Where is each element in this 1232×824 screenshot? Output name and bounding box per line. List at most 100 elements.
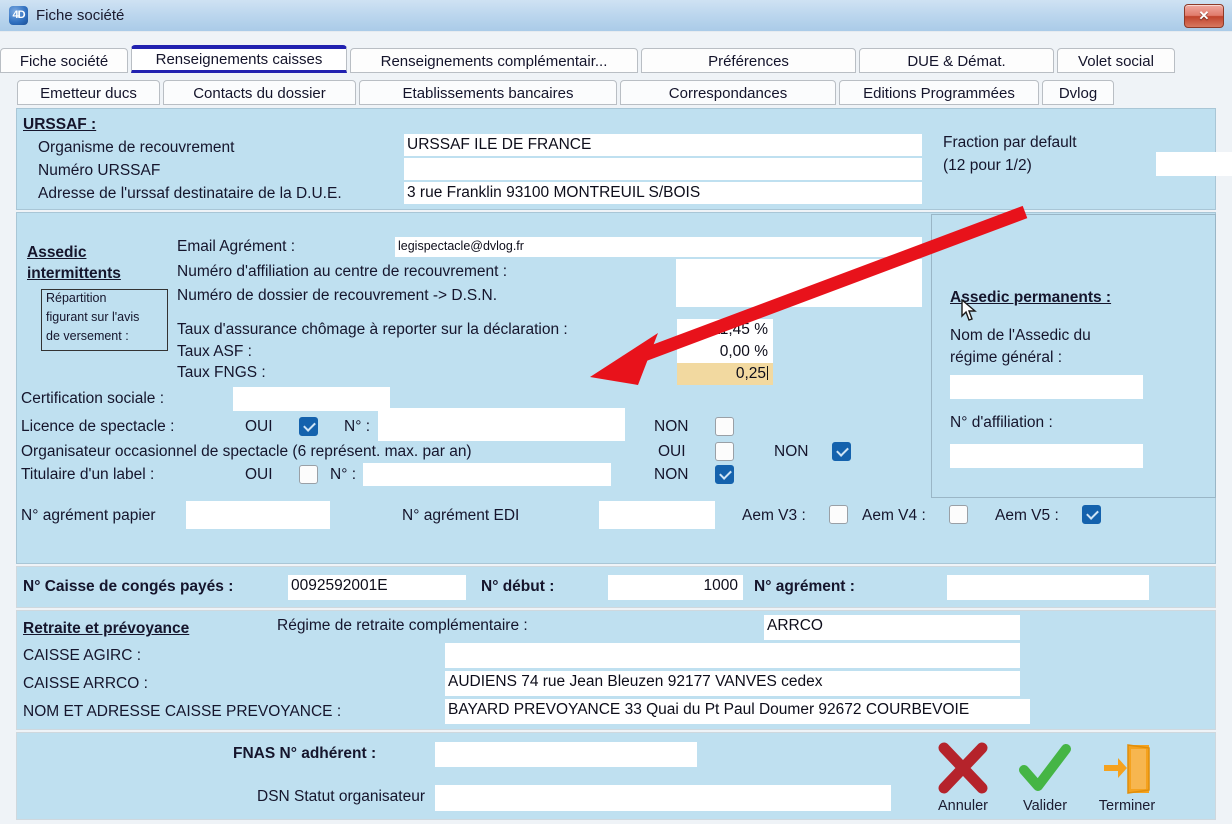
licence-num-label: N° : — [344, 418, 371, 435]
regime-retraite-label: Régime de retraite complémentaire : — [277, 617, 528, 634]
conges-payes-agrement-input[interactable] — [947, 575, 1149, 600]
titulaire-label-label: Titulaire d'un label : — [21, 466, 155, 483]
assedic-permanents-nom-label-line1: Nom de l'Assedic du — [950, 327, 1091, 344]
tab-correspondances[interactable]: Correspondances — [620, 80, 836, 105]
taux-chomage-label: Taux d'assurance chômage à reporter sur … — [177, 321, 568, 338]
terminer-button-label: Terminer — [1098, 798, 1156, 814]
conges-payes-caisse-label: N° Caisse de congés payés : — [23, 578, 234, 595]
taux-asf-label: Taux ASF : — [177, 343, 252, 360]
tab-renseignements-caisses[interactable]: Renseignements caisses — [131, 45, 347, 73]
certification-sociale-input[interactable] — [233, 387, 390, 411]
taux-fngs-input[interactable]: 0,25 — [677, 363, 773, 385]
tab-fiche-societe[interactable]: Fiche société — [0, 48, 128, 73]
assedic-intermittents-heading-line2: intermittents — [27, 265, 121, 282]
tab-row-secondary: Emetteur ducs Contacts du dossier Etabli… — [17, 77, 1117, 105]
fraction-label-line1: Fraction par default — [943, 134, 1077, 151]
tab-emetteur-ducs[interactable]: Emetteur ducs — [17, 80, 160, 105]
organisateur-oui-checkbox[interactable] — [715, 442, 734, 461]
assedic-permanents-affiliation-input[interactable] — [950, 444, 1143, 468]
urssaf-adresse-input[interactable]: 3 rue Franklin 93100 MONTREUIL S/BOIS — [404, 182, 922, 204]
conges-payes-caisse-input[interactable]: 0092592001E — [288, 575, 466, 600]
email-agrement-input[interactable]: legispectacle@dvlog.fr — [395, 237, 922, 257]
aem-v4-checkbox[interactable] — [949, 505, 968, 524]
urssaf-organisme-input[interactable]: URSSAF ILE DE FRANCE — [404, 134, 922, 156]
assedic-permanents-nom-input[interactable] — [950, 375, 1143, 399]
assedic-permanents-affiliation-label: N° d'affiliation : — [950, 414, 1053, 431]
caisse-prevoyance-input[interactable]: BAYARD PREVOYANCE 33 Quai du Pt Paul Dou… — [445, 699, 1030, 724]
fraction-label-line2: (12 pour 1/2) — [943, 157, 1032, 174]
orange-exit-door-icon — [1086, 738, 1168, 800]
titulaire-num-input[interactable] — [363, 463, 611, 486]
numero-dossier-label: Numéro de dossier de recouvrement -> D.S… — [177, 287, 498, 304]
valider-button[interactable]: Valider — [1004, 738, 1086, 814]
aem-v3-label: Aem V3 : — [742, 507, 806, 524]
fnas-adherent-input[interactable] — [435, 742, 697, 767]
titulaire-oui-checkbox[interactable] — [299, 465, 318, 484]
regime-retraite-input[interactable]: ARRCO — [764, 615, 1020, 640]
fnas-adherent-label: FNAS N° adhérent : — [233, 745, 377, 762]
fnas-dsn-panel: FNAS N° adhérent : DSN Statut organisate… — [16, 732, 1216, 820]
taux-asf-input[interactable]: 0,00 % — [677, 341, 773, 363]
agrement-papier-input[interactable] — [186, 501, 330, 529]
green-check-icon — [1004, 738, 1086, 800]
window-title: Fiche société — [36, 7, 125, 24]
agrement-edi-input[interactable] — [599, 501, 715, 529]
tab-due-demat[interactable]: DUE & Démat. — [859, 48, 1054, 73]
tab-contacts-du-dossier[interactable]: Contacts du dossier — [163, 80, 356, 105]
caisse-prevoyance-label: NOM ET ADRESSE CAISSE PREVOYANCE : — [23, 703, 342, 720]
email-agrement-label: Email Agrément : — [177, 238, 296, 255]
window-titlebar: 4D Fiche société ✕ — [0, 0, 1232, 32]
licence-oui-checkbox[interactable] — [299, 417, 318, 436]
licence-num-input[interactable] — [378, 408, 625, 441]
fiche-societe-window: 4D Fiche société ✕ Fiche société Renseig… — [0, 0, 1232, 824]
caisse-agirc-input[interactable] — [445, 643, 1020, 668]
numero-affiliation-input[interactable] — [676, 259, 922, 283]
conges-payes-debut-input[interactable]: 1000 — [608, 575, 743, 600]
tab-row-primary: Fiche société Renseignements caisses Ren… — [0, 45, 1178, 73]
caisse-agirc-label: CAISSE AGIRC : — [23, 647, 142, 664]
conges-payes-debut-label: N° début : — [481, 578, 555, 595]
fraction-par-default-input[interactable] — [1156, 152, 1232, 176]
titulaire-non-checkbox[interactable] — [715, 465, 734, 484]
numero-dossier-input[interactable] — [676, 283, 922, 307]
urssaf-organisme-label: Organisme de recouvrement — [38, 139, 235, 156]
licence-non-checkbox[interactable] — [715, 417, 734, 436]
tab-dvlog[interactable]: Dvlog — [1042, 80, 1114, 105]
annuler-button[interactable]: Annuler — [922, 738, 1004, 814]
tab-preferences[interactable]: Préférences — [641, 48, 856, 73]
tab-volet-social[interactable]: Volet social — [1057, 48, 1175, 73]
assedic-intermittents-heading-line1: Assedic — [27, 244, 87, 261]
terminer-button[interactable]: Terminer — [1086, 738, 1168, 814]
close-window-button[interactable]: ✕ — [1184, 4, 1224, 28]
taux-fngs-value: 0,25 — [735, 365, 766, 382]
assedic-permanents-heading: Assedic permanents : — [950, 289, 1112, 306]
agrement-papier-label: N° agrément papier — [21, 507, 156, 524]
taux-chomage-input[interactable]: 11,45 % — [677, 319, 773, 341]
conges-payes-agrement-label: N° agrément : — [754, 578, 855, 595]
aem-v5-checkbox[interactable] — [1082, 505, 1101, 524]
tab-editions-programmees[interactable]: Editions Programmées — [839, 80, 1039, 105]
titulaire-non-label: NON — [654, 466, 689, 483]
organisateur-oui-label: OUI — [658, 443, 686, 460]
urssaf-heading: URSSAF : — [23, 116, 97, 133]
dsn-statut-input[interactable] — [435, 785, 891, 811]
tab-etablissements-bancaires[interactable]: Etablissements bancaires — [359, 80, 617, 105]
aem-v3-checkbox[interactable] — [829, 505, 848, 524]
caisse-arrco-label: CAISSE ARRCO : — [23, 675, 148, 692]
caisse-arrco-input[interactable]: AUDIENS 74 rue Jean Bleuzen 92177 VANVES… — [445, 671, 1020, 696]
organisateur-occasionnel-label: Organisateur occasionnel de spectacle (6… — [21, 443, 472, 460]
valider-button-label: Valider — [1022, 798, 1068, 814]
action-button-bar: Annuler Valider Terminer — [922, 738, 1168, 814]
agrement-edi-label: N° agrément EDI — [402, 507, 520, 524]
licence-non-label: NON — [654, 418, 689, 435]
tab-renseignements-complementaires[interactable]: Renseignements complémentair... — [350, 48, 638, 73]
urssaf-numero-input[interactable] — [404, 158, 922, 180]
repartition-note-line1: Répartition — [46, 291, 107, 305]
organisateur-non-checkbox[interactable] — [832, 442, 851, 461]
urssaf-adresse-label: Adresse de l'urssaf destinataire de la D… — [38, 185, 342, 202]
aem-v4-label: Aem V4 : — [862, 507, 926, 524]
organisateur-non-label: NON — [774, 443, 809, 460]
urssaf-numero-label: Numéro URSSAF — [38, 162, 161, 179]
titulaire-oui-label: OUI — [245, 466, 273, 483]
repartition-note-box: Répartition figurant sur l'avis de verse… — [41, 289, 168, 351]
